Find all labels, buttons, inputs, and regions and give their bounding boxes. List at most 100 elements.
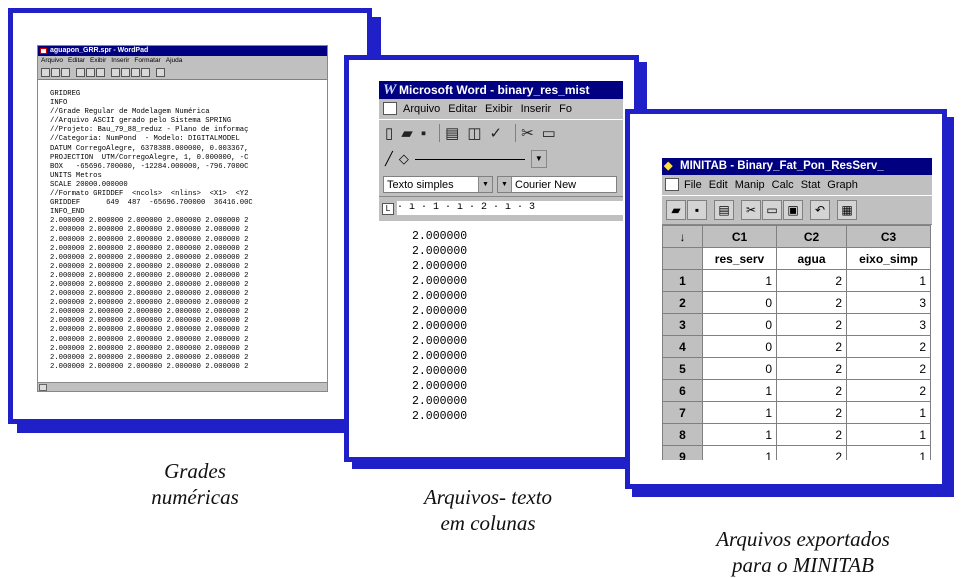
menu-exibir[interactable]: Exibir	[485, 103, 513, 115]
worksheet-icon[interactable]	[665, 178, 679, 191]
row-number[interactable]: 5	[662, 357, 703, 380]
preview-icon[interactable]	[86, 68, 95, 77]
table-cell[interactable]: 1	[702, 445, 777, 460]
open-icon[interactable]: ▰	[666, 200, 686, 220]
table-cell[interactable]: 1	[702, 401, 777, 424]
new-icon[interactable]: ▯	[385, 124, 393, 142]
menu-formatar[interactable]: Formatar	[134, 57, 160, 64]
find-icon[interactable]	[96, 68, 105, 77]
menu-inserir[interactable]: Inserir	[111, 57, 129, 64]
word-ruler[interactable]: L · ı · 1 · ı · 2 · ı · 3	[379, 196, 623, 221]
chevron-down-icon[interactable]: ▼	[478, 176, 492, 192]
column-name[interactable]: res_serv	[702, 247, 777, 270]
row-number[interactable]: 8	[662, 423, 703, 446]
insert-datetime-icon[interactable]	[156, 68, 165, 77]
table-cell[interactable]: 1	[702, 379, 777, 402]
document-icon[interactable]	[383, 102, 397, 115]
table-cell[interactable]: 0	[702, 313, 777, 336]
table-cell[interactable]: 1	[702, 423, 777, 446]
open-icon[interactable]: ▰	[401, 124, 413, 142]
print-icon[interactable]: ▤	[445, 124, 459, 142]
word-document[interactable]: 2.000000 2.000000 2.000000 2.000000 2.000000…	[379, 221, 623, 426]
new-icon[interactable]	[41, 68, 50, 77]
minitab-titlebar[interactable]: ◆ MINITAB - Binary_Fat_Pon_ResServ_	[662, 158, 932, 175]
table-cell[interactable]: 1	[846, 401, 931, 424]
menu-graph[interactable]: Graph	[827, 179, 858, 191]
word-titlebar[interactable]: W Microsoft Word - binary_res_mist	[379, 81, 623, 99]
menu-stat[interactable]: Stat	[801, 179, 821, 191]
table-cell[interactable]: 1	[846, 445, 931, 460]
wordpad-document[interactable]: GRIDREG INFO//Grade Regular de Modelagem …	[38, 80, 327, 372]
copy-icon[interactable]: ▭	[762, 200, 782, 220]
style-select[interactable]: Texto simples ▼	[383, 175, 493, 193]
save-icon[interactable]: ▪	[687, 200, 707, 220]
table-cell[interactable]: 2	[776, 269, 847, 292]
paste-icon[interactable]: ▣	[783, 200, 803, 220]
minitab-window[interactable]: ◆ MINITAB - Binary_Fat_Pon_ResServ_ File E…	[662, 158, 932, 460]
menu-exibir[interactable]: Exibir	[90, 57, 106, 64]
pen-icon[interactable]: ╱	[385, 151, 393, 167]
wordpad-titlebar[interactable]: aguapon_GRR.spr - WordPad	[38, 46, 327, 56]
chevron-down-icon[interactable]: ▼	[530, 150, 547, 168]
spelling-icon[interactable]: ✓	[490, 124, 503, 142]
menu-editar[interactable]: Editar	[448, 103, 477, 115]
table-cell[interactable]: 3	[846, 291, 931, 314]
row-number[interactable]: 6	[662, 379, 703, 402]
menu-edit[interactable]: Edit	[709, 179, 728, 191]
row-number[interactable]: 9	[662, 445, 703, 460]
corner-arrow-icon[interactable]: ↓	[662, 225, 703, 248]
chevron-down-icon[interactable]: ▼	[498, 176, 512, 192]
column-header[interactable]: C2	[776, 225, 847, 248]
table-cell[interactable]: 1	[846, 423, 931, 446]
table-cell[interactable]: 2	[776, 313, 847, 336]
column-header[interactable]: C1	[702, 225, 777, 248]
row-number[interactable]: 2	[662, 291, 703, 314]
table-cell[interactable]: 2	[776, 445, 847, 460]
menu-manip[interactable]: Manip	[735, 179, 765, 191]
save-icon[interactable]	[61, 68, 70, 77]
preview-icon[interactable]: ◫	[467, 124, 481, 142]
menu-arquivo[interactable]: Arquivo	[403, 103, 440, 115]
table-cell[interactable]: 0	[702, 335, 777, 358]
table-cell[interactable]: 3	[846, 313, 931, 336]
worksheet-view-icon[interactable]: ▦	[837, 200, 857, 220]
menu-inserir[interactable]: Inserir	[521, 103, 552, 115]
menu-file[interactable]: File	[684, 179, 702, 191]
table-cell[interactable]: 2	[776, 379, 847, 402]
row-number[interactable]: 7	[662, 401, 703, 424]
table-cell[interactable]: 0	[702, 291, 777, 314]
print-icon[interactable]: ▤	[714, 200, 734, 220]
table-cell[interactable]: 2	[846, 379, 931, 402]
table-cell[interactable]: 2	[846, 335, 931, 358]
open-icon[interactable]	[51, 68, 60, 77]
copy-icon[interactable]	[121, 68, 130, 77]
table-cell[interactable]: 2	[776, 335, 847, 358]
column-name[interactable]: agua	[776, 247, 847, 270]
save-icon[interactable]: ▪	[421, 125, 426, 142]
scroll-left-icon[interactable]	[39, 384, 47, 391]
minitab-worksheet[interactable]: ↓ C1 C2 C3 res_serv agua eixo_simp 11212…	[662, 225, 931, 460]
eraser-icon[interactable]: ◇	[399, 151, 409, 167]
column-name[interactable]: eixo_simp	[846, 247, 931, 270]
undo-icon[interactable]: ↶	[810, 200, 830, 220]
table-cell[interactable]: 2	[776, 357, 847, 380]
wordpad-window[interactable]: aguapon_GRR.spr - WordPad Arquivo Editar E…	[37, 45, 328, 392]
table-cell[interactable]: 2	[776, 423, 847, 446]
row-number[interactable]: 3	[662, 313, 703, 336]
paste-icon[interactable]	[131, 68, 140, 77]
menu-calc[interactable]: Calc	[772, 179, 794, 191]
print-icon[interactable]	[76, 68, 85, 77]
copy-icon[interactable]: ▭	[542, 124, 556, 142]
table-cell[interactable]: 0	[702, 357, 777, 380]
cut-icon[interactable]	[111, 68, 120, 77]
table-cell[interactable]: 1	[702, 269, 777, 292]
undo-icon[interactable]	[141, 68, 150, 77]
menu-formatar[interactable]: Fo	[559, 103, 572, 115]
font-select[interactable]: ▼ Courier New	[497, 175, 617, 193]
menu-arquivo[interactable]: Arquivo	[41, 57, 63, 64]
cut-icon[interactable]: ✂	[521, 124, 534, 142]
column-header[interactable]: C3	[846, 225, 931, 248]
menu-ajuda[interactable]: Ajuda	[166, 57, 183, 64]
horizontal-scrollbar[interactable]	[38, 382, 327, 391]
cut-icon[interactable]: ✂	[741, 200, 761, 220]
